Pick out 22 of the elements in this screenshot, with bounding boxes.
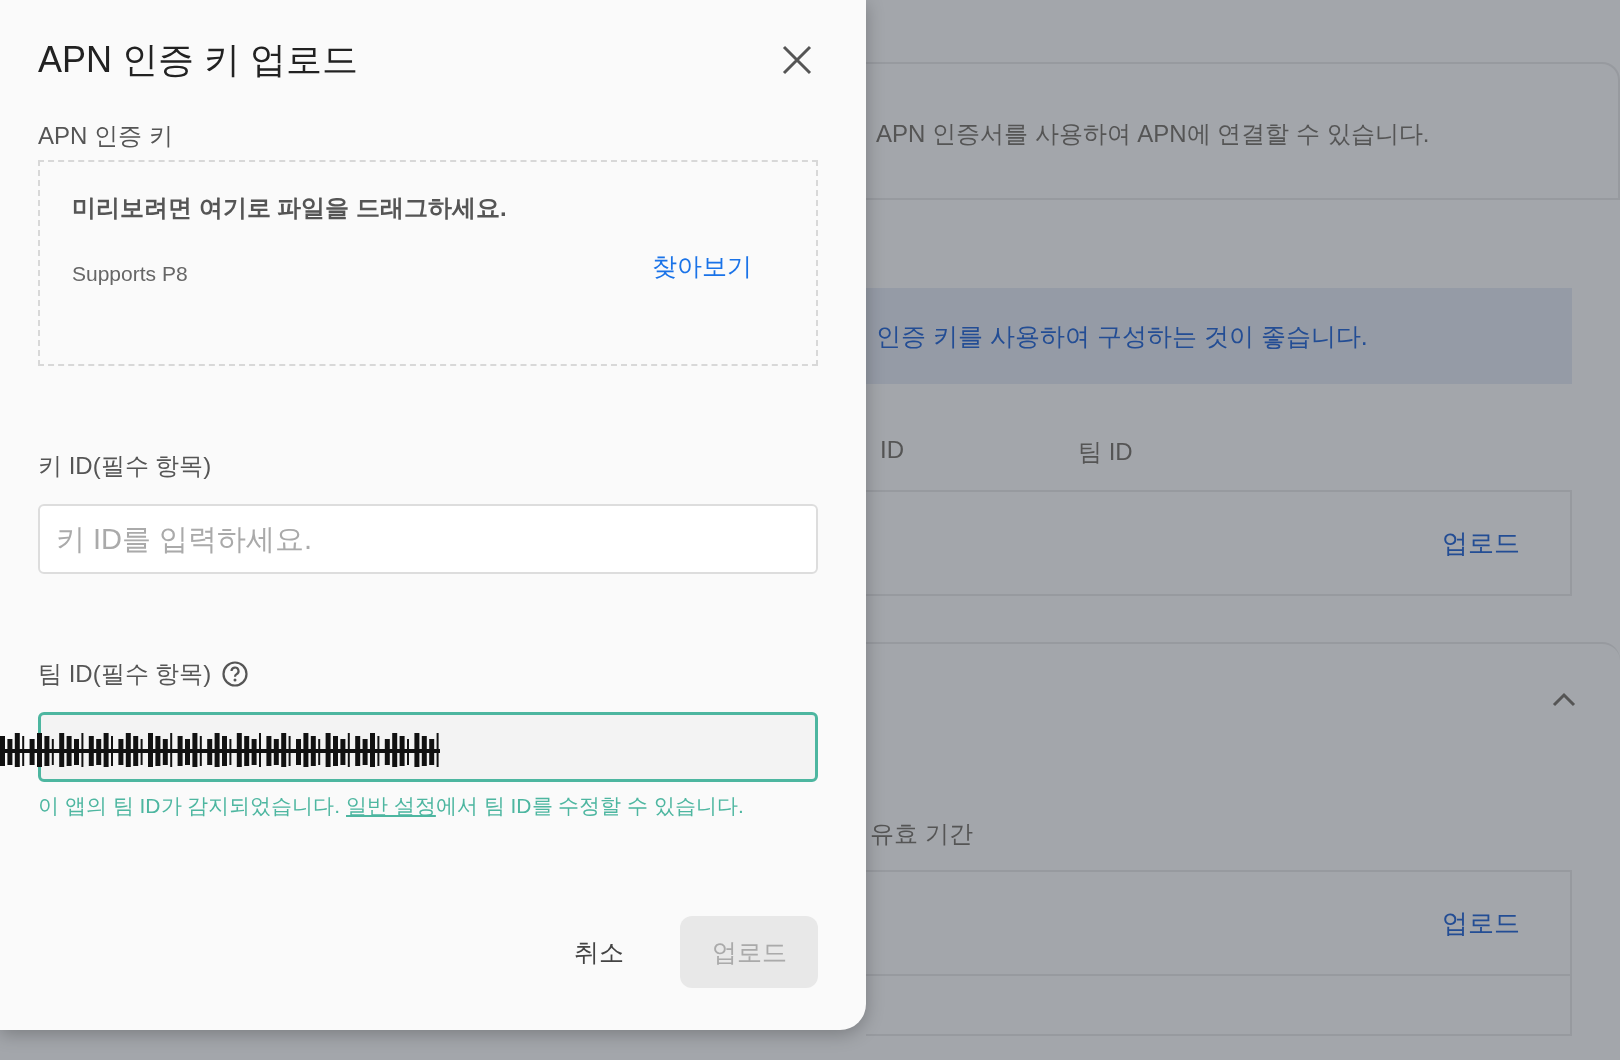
browse-link[interactable]: 찾아보기 xyxy=(652,249,752,283)
key-id-field[interactable]: 키 ID를 입력하세요. xyxy=(38,504,818,574)
dialog-title: APN 인증 키 업로드 xyxy=(38,37,359,82)
file-drop-zone[interactable]: 미리보려면 여기로 파일을 드래그하세요. Supports P8 찾아보기 xyxy=(38,160,818,366)
field-label: APN 인증 키 xyxy=(38,121,173,151)
help-icon[interactable] xyxy=(221,660,250,688)
drop-hint: 미리보려면 여기로 파일을 드래그하세요. xyxy=(72,193,507,223)
close-icon[interactable] xyxy=(782,45,812,75)
notice-text: 인증 키를 사용하여 구성하는 것이 좋습니다. xyxy=(876,320,1368,352)
upload-link[interactable]: 업로드 xyxy=(1442,525,1520,561)
upload-link[interactable]: 업로드 xyxy=(1442,905,1520,941)
chevron-icon[interactable] xyxy=(1552,692,1576,708)
field-label: 팀 ID(필수 항목) xyxy=(38,659,212,689)
column-header: ID xyxy=(880,436,904,465)
cancel-button[interactable]: 취소 xyxy=(570,916,628,988)
column-header: 팀 ID xyxy=(1078,437,1133,467)
helper-text: 이 앱의 팀 ID가 감지되었습니다. 일반 설정에서 팀 ID를 수정할 수 있습니다. xyxy=(38,793,744,819)
settings-link[interactable]: 일반 설정 xyxy=(346,794,436,817)
column-header: 유효 기간 xyxy=(870,819,973,849)
field-label: 키 ID(필수 항목) xyxy=(38,451,212,481)
intro-text: APN 인증서를 사용하여 APN에 연결할 수 있습니다. xyxy=(876,120,1430,147)
supported-format-text: Supports P8 xyxy=(72,262,188,286)
